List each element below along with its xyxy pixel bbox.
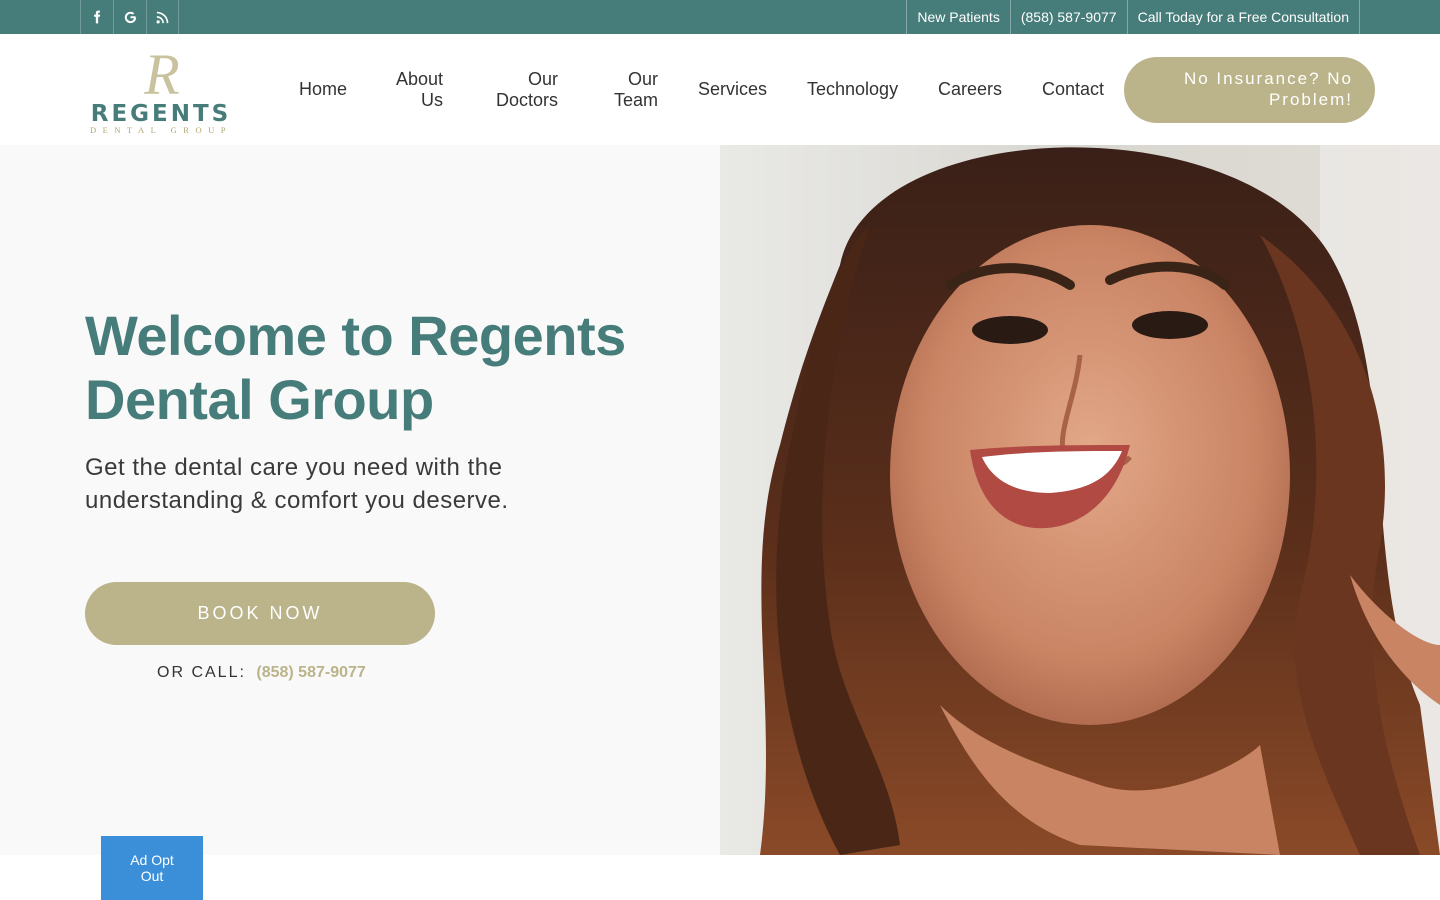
no-insurance-line2: Problem! [1268, 90, 1353, 109]
nav-contact[interactable]: Contact [1042, 79, 1104, 100]
hero-title-line1: Welcome to Regents [85, 304, 626, 367]
hero-photo [720, 145, 1440, 855]
hero-title: Welcome to Regents Dental Group [85, 304, 665, 432]
blog-icon[interactable] [146, 0, 179, 34]
ad-opt-out-line1: Ad Opt [130, 852, 174, 868]
nav-doctors-line2: Doctors [496, 90, 559, 110]
regents-logo[interactable]: R REGENTS DENTAL GROUP [86, 42, 236, 136]
google-icon[interactable] [113, 0, 146, 34]
or-call-line: OR CALL: (858) 587-9077 [157, 664, 366, 682]
site-header: R REGENTS DENTAL GROUP Home About Us Our… [0, 34, 1440, 145]
nav-our-team[interactable]: Our Team [614, 69, 658, 111]
nav-home[interactable]: Home [299, 79, 347, 100]
social-links [80, 0, 179, 34]
nav-team-line1: Our [628, 69, 659, 89]
new-patients-link[interactable]: New Patients [906, 0, 1009, 34]
facebook-icon[interactable] [80, 0, 113, 34]
nav-our-doctors[interactable]: Our Doctors [496, 69, 558, 111]
hero-title-line2: Dental Group [85, 368, 434, 431]
top-links: New Patients (858) 587-9077 Call Today f… [906, 0, 1360, 34]
nav-about-line2: Us [421, 90, 444, 110]
hero-subtitle: Get the dental care you need with the un… [85, 451, 605, 517]
no-insurance-button[interactable]: No Insurance? No Problem! [1124, 57, 1375, 123]
nav-about-line1: About [396, 69, 444, 89]
ad-opt-out-line2: Out [140, 868, 164, 884]
book-now-button[interactable]: BOOK NOW [85, 582, 435, 645]
no-insurance-line1: No Insurance? No [1183, 69, 1353, 88]
smiling-woman-image [720, 145, 1440, 855]
nav-doctors-line1: Our [528, 69, 559, 89]
logo-tagline: DENTAL GROUP [90, 125, 232, 135]
nav-team-line2: Team [614, 90, 659, 110]
logo-monogram: R [143, 44, 179, 107]
ad-opt-out-button[interactable]: Ad Opt Out [101, 836, 203, 900]
nav-services[interactable]: Services [698, 79, 767, 100]
logo-name: REGENTS [91, 101, 232, 127]
hero-subtitle-line1: Get the dental care you need with the [85, 454, 503, 481]
nav-about-us[interactable]: About Us [396, 69, 443, 111]
nav-careers[interactable]: Careers [938, 79, 1002, 100]
top-phone-link[interactable]: (858) 587-9077 [1009, 0, 1127, 34]
hero-subtitle-line2: understanding & comfort you deserve. [85, 487, 509, 514]
or-call-label: OR CALL: [157, 664, 246, 681]
nav-technology[interactable]: Technology [807, 79, 898, 100]
top-bar: New Patients (858) 587-9077 Call Today f… [0, 0, 1440, 34]
hero-phone-link[interactable]: (858) 587-9077 [256, 664, 365, 681]
free-consultation-link[interactable]: Call Today for a Free Consultation [1126, 0, 1360, 34]
